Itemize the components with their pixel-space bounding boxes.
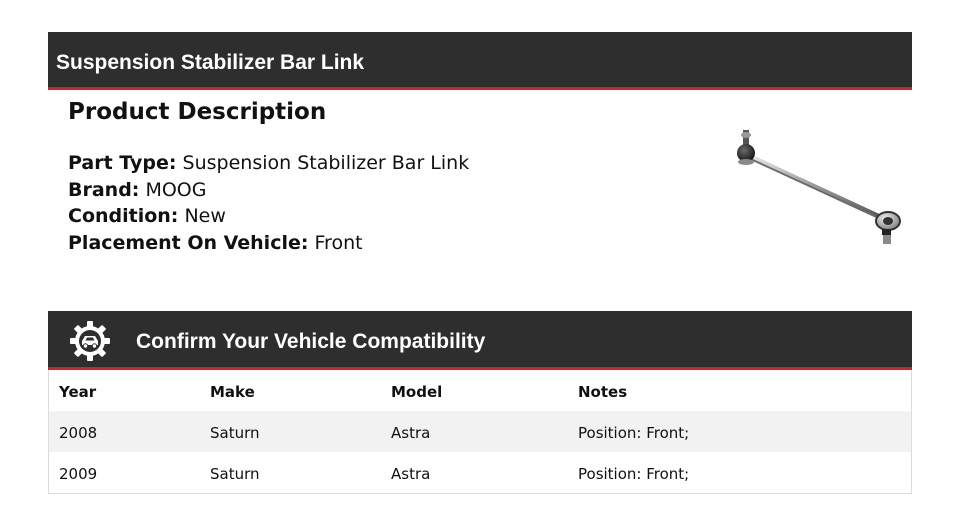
cell-make: Saturn (210, 465, 260, 483)
attribute-label: Brand: (68, 178, 140, 201)
attribute-label: Placement On Vehicle: (68, 231, 309, 254)
cell-notes: Position: Front; (578, 424, 690, 442)
cell-year: 2008 (59, 424, 98, 442)
column-header-notes: Notes (578, 383, 628, 401)
attribute-value: MOOG (145, 178, 207, 201)
product-image (737, 130, 901, 244)
cell-model: Astra (391, 424, 431, 442)
attribute-label: Condition: (68, 205, 179, 227)
product-title-banner: Suspension Stabilizer Bar Link (48, 32, 912, 90)
product-description-heading: Product Description (68, 99, 327, 125)
attribute-condition: Condition: New (68, 203, 469, 230)
compatibility-table: Year Make Model Notes 2008 Saturn Astra … (48, 370, 912, 494)
column-header-year: Year (59, 383, 97, 401)
product-attributes: Part Type: Suspension Stabilizer Bar Lin… (68, 150, 469, 256)
column-header-make: Make (210, 383, 255, 401)
attribute-value: Front (314, 231, 363, 254)
compatibility-banner: Confirm Your Vehicle Compatibility (48, 311, 912, 370)
attribute-value: Suspension Stabilizer Bar Link (182, 152, 470, 174)
cell-model: Astra (391, 465, 431, 483)
table-header-row: Year Make Model Notes (49, 370, 911, 411)
attribute-value: New (184, 205, 226, 227)
cell-notes: Position: Front; (578, 465, 690, 483)
product-title: Suspension Stabilizer Bar Link (56, 51, 365, 74)
attribute-placement: Placement On Vehicle: Front (68, 230, 469, 257)
cell-make: Saturn (210, 424, 260, 442)
column-header-model: Model (391, 383, 443, 401)
compatibility-title: Confirm Your Vehicle Compatibility (136, 330, 486, 353)
attribute-brand: Brand: MOOG (68, 177, 469, 204)
table-row: 2009 Saturn Astra Position: Front; (49, 452, 911, 493)
attribute-label: Part Type: (68, 152, 177, 174)
gear-car-icon (70, 321, 110, 361)
cell-year: 2009 (59, 465, 98, 483)
attribute-part-type: Part Type: Suspension Stabilizer Bar Lin… (68, 150, 469, 177)
table-row: 2008 Saturn Astra Position: Front; (49, 411, 911, 452)
